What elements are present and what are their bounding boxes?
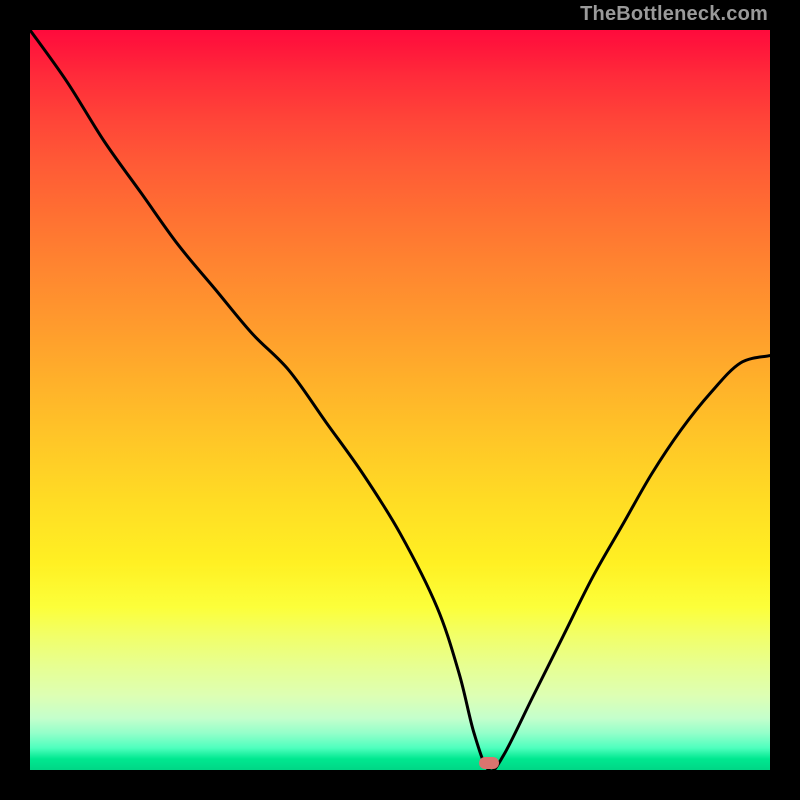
chart-frame: TheBottleneck.com [0, 0, 800, 800]
plot-area [30, 30, 770, 770]
gradient-background [30, 30, 770, 770]
watermark-text: TheBottleneck.com [580, 3, 768, 26]
